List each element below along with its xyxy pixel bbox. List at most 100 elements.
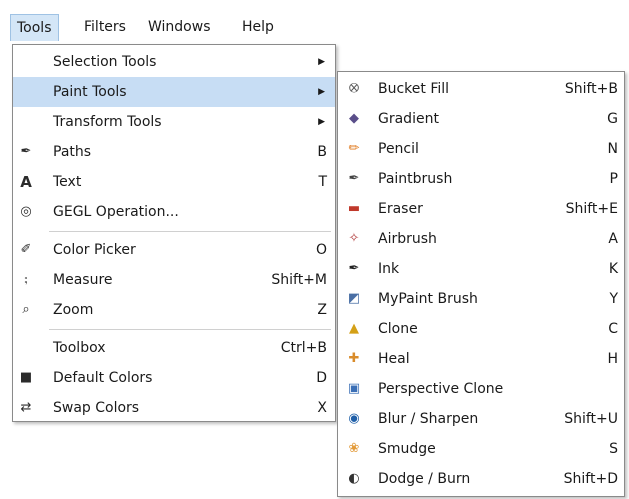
menubar: Tools Filters Windows Help bbox=[0, 0, 629, 44]
paint-tools-item-label: Dodge / Burn bbox=[378, 471, 471, 487]
tools-menu-item-swap-colors[interactable]: ⇄ Swap Colors X bbox=[13, 393, 335, 423]
tools-menu-item-shortcut: B bbox=[317, 144, 327, 160]
paint-tools-item-dodge-burn[interactable]: ◐ Dodge / Burn Shift+D bbox=[338, 464, 624, 494]
tools-menu-item-shortcut: Ctrl+B bbox=[280, 340, 327, 356]
paint-tools-item-mypaint-brush[interactable]: ◩ MyPaint Brush Y bbox=[338, 284, 624, 314]
paint-tools-item-eraser[interactable]: ▬ Eraser Shift+E bbox=[338, 194, 624, 224]
paint-tools-item-label: Eraser bbox=[378, 201, 423, 217]
paint-tools-item-shortcut: K bbox=[608, 261, 618, 277]
paint-tools-item-label: Bucket Fill bbox=[378, 81, 450, 97]
tools-menu-item-shortcut: Shift+M bbox=[271, 272, 327, 288]
paint-tools-item-shortcut: S bbox=[609, 441, 618, 457]
paint-tools-item-shortcut: C bbox=[608, 321, 618, 337]
tools-menu-item-text[interactable]: A Text T bbox=[13, 167, 335, 197]
paint-tools-item-label: Airbrush bbox=[378, 231, 437, 247]
tools-menu-item-paths[interactable]: ✒ Paths B bbox=[13, 137, 335, 167]
default-colors-icon: ■ bbox=[19, 370, 33, 385]
pencil-icon: ✏ bbox=[348, 141, 360, 156]
paint-tools-item-perspective-clone[interactable]: ▣ Perspective Clone bbox=[338, 374, 624, 404]
paint-tools-item-paintbrush[interactable]: ✒ Paintbrush P bbox=[338, 164, 624, 194]
paint-tools-item-smudge[interactable]: ❀ Smudge S bbox=[338, 434, 624, 464]
paintbrush-icon: ✒ bbox=[348, 171, 360, 186]
mypaint-brush-icon: ◩ bbox=[347, 291, 361, 306]
tools-menu-item-label: Selection Tools bbox=[53, 54, 157, 70]
paint-tools-item-label: Blur / Sharpen bbox=[378, 411, 479, 427]
submenu-arrow-icon: ▶ bbox=[318, 57, 325, 67]
paint-tools-item-airbrush[interactable]: ✧ Airbrush A bbox=[338, 224, 624, 254]
smudge-icon: ❀ bbox=[348, 441, 360, 456]
tools-menu-item-zoom[interactable]: ⌕ Zoom Z bbox=[13, 295, 335, 325]
paint-tools-item-label: Clone bbox=[378, 321, 418, 337]
paint-tools-item-shortcut: Shift+D bbox=[563, 471, 618, 487]
tools-menu-item-label: Text bbox=[53, 174, 82, 190]
menu-separator bbox=[49, 329, 331, 330]
paint-tools-item-shortcut: Shift+E bbox=[565, 201, 618, 217]
dodge-burn-icon: ◐ bbox=[348, 471, 360, 486]
paint-tools-item-shortcut: H bbox=[607, 351, 618, 367]
tools-menu-item-measure[interactable]: ⨟ Measure Shift+M bbox=[13, 265, 335, 295]
submenu-arrow-icon: ▶ bbox=[318, 117, 325, 127]
gegl-icon: ◎ bbox=[20, 204, 32, 219]
menu-filters[interactable]: Filters bbox=[78, 14, 132, 40]
paint-tools-item-clone[interactable]: ▲ Clone C bbox=[338, 314, 624, 344]
tools-menu-item-label: Toolbox bbox=[53, 340, 106, 356]
tools-menu-item-label: Zoom bbox=[53, 302, 94, 318]
paint-tools-item-shortcut: A bbox=[608, 231, 618, 247]
paint-tools-item-shortcut: P bbox=[609, 171, 618, 187]
paint-tools-item-label: Heal bbox=[378, 351, 410, 367]
paint-tools-submenu: ⭙ Bucket Fill Shift+B ◆ Gradient G ✏ Pencil N ✒ Pa… bbox=[337, 71, 625, 497]
menu-help[interactable]: Help bbox=[236, 14, 280, 40]
paint-tools-item-bucket-fill[interactable]: ⭙ Bucket Fill Shift+B bbox=[338, 74, 624, 104]
tools-menu-item-label: Paint Tools bbox=[53, 84, 127, 100]
tools-menu-item-shortcut: X bbox=[317, 400, 327, 416]
tools-menu-item-label: Measure bbox=[53, 272, 113, 288]
paint-tools-item-label: MyPaint Brush bbox=[378, 291, 478, 307]
heal-icon: ✚ bbox=[348, 351, 360, 366]
paint-tools-item-label: Perspective Clone bbox=[378, 381, 504, 397]
tools-menu-item-transform-tools[interactable]: Transform Tools ▶ bbox=[13, 107, 335, 137]
bucket-fill-icon: ⭙ bbox=[348, 81, 360, 96]
tools-menu-item-paint-tools[interactable]: Paint Tools ▶ bbox=[13, 77, 335, 107]
menu-separator bbox=[49, 231, 331, 232]
tools-menu-item-label: Swap Colors bbox=[53, 400, 140, 416]
paths-icon: ✒ bbox=[20, 144, 32, 159]
tools-menu-item-color-picker[interactable]: ✐ Color Picker O bbox=[13, 235, 335, 265]
perspective-clone-icon: ▣ bbox=[347, 381, 361, 396]
paint-tools-item-shortcut: Shift+B bbox=[564, 81, 618, 97]
tools-menu-item-label: GEGL Operation... bbox=[53, 204, 179, 220]
clone-icon: ▲ bbox=[349, 321, 359, 336]
menu-windows[interactable]: Windows bbox=[142, 14, 217, 40]
paint-tools-item-label: Smudge bbox=[378, 441, 436, 457]
paint-tools-item-ink[interactable]: ✒ Ink K bbox=[338, 254, 624, 284]
paint-tools-item-gradient[interactable]: ◆ Gradient G bbox=[338, 104, 624, 134]
paint-tools-item-shortcut: G bbox=[607, 111, 618, 127]
paint-tools-item-label: Ink bbox=[378, 261, 400, 277]
tools-menu-item-gegl-operation[interactable]: ◎ GEGL Operation... bbox=[13, 197, 335, 227]
tools-menu-item-toolbox[interactable]: Toolbox Ctrl+B bbox=[13, 333, 335, 363]
tools-menu-item-shortcut: Z bbox=[317, 302, 327, 318]
submenu-arrow-icon: ▶ bbox=[318, 87, 325, 97]
paint-tools-item-heal[interactable]: ✚ Heal H bbox=[338, 344, 624, 374]
tools-menu-item-shortcut: O bbox=[315, 242, 327, 258]
tools-menu-item-label: Transform Tools bbox=[53, 114, 162, 130]
paint-tools-item-label: Gradient bbox=[378, 111, 439, 127]
tools-menu-item-selection-tools[interactable]: Selection Tools ▶ bbox=[13, 47, 335, 77]
eraser-icon: ▬ bbox=[347, 201, 361, 216]
tools-menu-item-default-colors[interactable]: ■ Default Colors D bbox=[13, 363, 335, 393]
text-icon: A bbox=[20, 173, 32, 191]
paint-tools-item-shortcut: N bbox=[607, 141, 618, 157]
tools-menu: Selection Tools ▶ Paint Tools ▶ Transform To… bbox=[12, 44, 336, 422]
tools-menu-item-label: Default Colors bbox=[53, 370, 153, 386]
paint-tools-item-pencil[interactable]: ✏ Pencil N bbox=[338, 134, 624, 164]
swap-colors-icon: ⇄ bbox=[20, 400, 32, 415]
color-picker-icon: ✐ bbox=[20, 242, 32, 257]
blur-sharpen-icon: ◉ bbox=[348, 411, 360, 426]
paint-tools-item-label: Paintbrush bbox=[378, 171, 453, 187]
airbrush-icon: ✧ bbox=[348, 231, 360, 246]
gradient-icon: ◆ bbox=[349, 111, 359, 126]
paint-tools-item-shortcut: Y bbox=[609, 291, 618, 307]
tools-menu-item-label: Color Picker bbox=[53, 242, 136, 258]
paint-tools-item-blur-sharpen[interactable]: ◉ Blur / Sharpen Shift+U bbox=[338, 404, 624, 434]
menu-tools[interactable]: Tools bbox=[10, 14, 59, 41]
paint-tools-item-shortcut: Shift+U bbox=[564, 411, 618, 427]
